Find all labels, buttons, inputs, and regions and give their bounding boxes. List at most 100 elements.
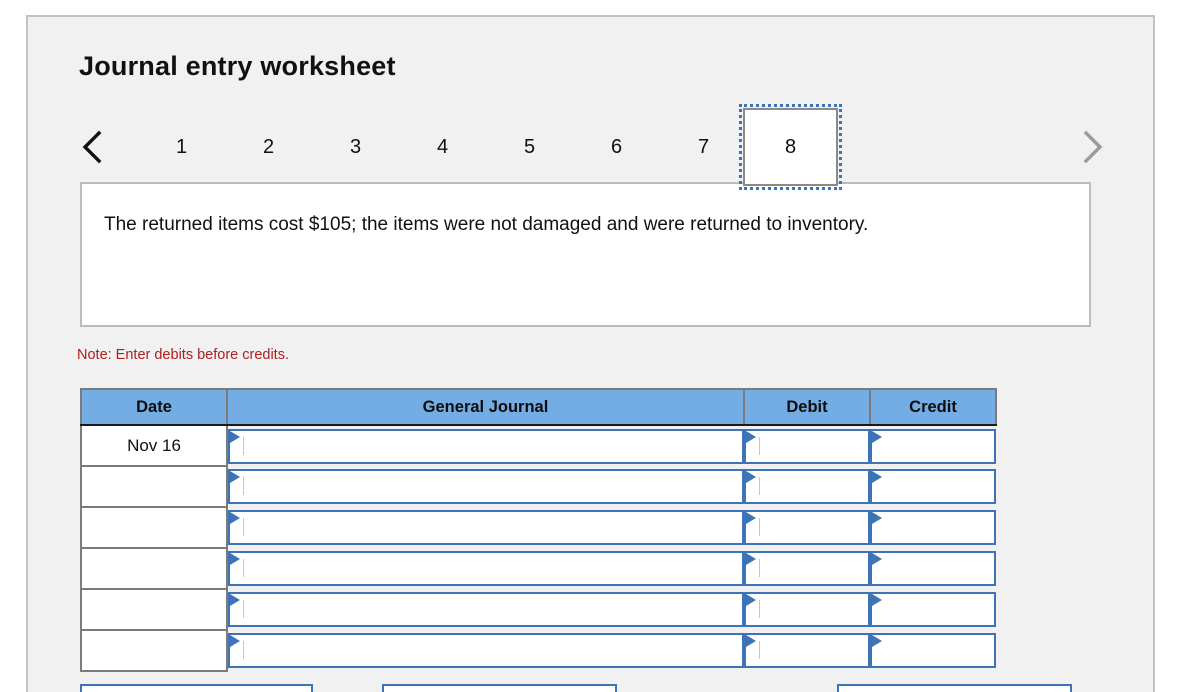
chevron-left-icon xyxy=(82,130,102,164)
table-row xyxy=(80,630,996,672)
table-row xyxy=(80,466,996,508)
general-journal-input-5[interactable] xyxy=(228,592,744,627)
text-caret xyxy=(759,518,760,536)
table-row: Nov 16 xyxy=(80,425,996,467)
dropdown-marker-icon xyxy=(230,635,241,648)
debit-input-2[interactable] xyxy=(744,469,870,504)
general-journal-input-1[interactable] xyxy=(228,428,744,464)
debit-input-1[interactable] xyxy=(744,428,870,464)
text-caret xyxy=(243,436,244,455)
column-header-date: Date xyxy=(80,388,228,426)
text-caret xyxy=(759,477,760,495)
dropdown-marker-icon xyxy=(872,471,883,484)
table-row xyxy=(80,589,996,631)
worksheet-panel: Journal entry worksheet 1 2 3 4 5 6 7 8 … xyxy=(26,15,1155,692)
column-header-credit: Credit xyxy=(869,388,997,426)
debit-cell-6[interactable] xyxy=(744,630,870,671)
pager-prev-button[interactable] xyxy=(72,108,112,186)
credit-input-1[interactable] xyxy=(870,428,996,464)
general-journal-cell-1[interactable] xyxy=(227,425,744,466)
date-cell-6[interactable] xyxy=(80,630,228,672)
column-header-debit: Debit xyxy=(743,388,871,426)
page-title: Journal entry worksheet xyxy=(79,51,396,81)
dropdown-marker-icon xyxy=(746,512,757,525)
general-journal-input-6[interactable] xyxy=(228,633,744,668)
pager-page-4[interactable]: 4 xyxy=(395,108,490,186)
debit-cell-4[interactable] xyxy=(744,548,870,589)
debit-cell-5[interactable] xyxy=(744,589,870,630)
table-row xyxy=(80,548,996,590)
pager-page-6[interactable]: 6 xyxy=(569,108,664,186)
dropdown-marker-icon xyxy=(230,553,241,566)
pager-page-2[interactable]: 2 xyxy=(221,108,316,186)
general-journal-cell-3[interactable] xyxy=(227,507,744,548)
dropdown-marker-icon xyxy=(230,471,241,484)
general-journal-cell-5[interactable] xyxy=(227,589,744,630)
credit-cell-2[interactable] xyxy=(870,466,996,507)
debit-cell-1[interactable] xyxy=(744,425,870,466)
text-caret xyxy=(243,641,244,659)
transaction-description-box: The returned items cost $105; the items … xyxy=(80,182,1091,327)
date-cell-4[interactable] xyxy=(80,548,228,590)
text-caret xyxy=(243,600,244,618)
credit-input-3[interactable] xyxy=(870,510,996,545)
credit-cell-1[interactable] xyxy=(870,425,996,466)
credit-input-6[interactable] xyxy=(870,633,996,668)
general-journal-cell-4[interactable] xyxy=(227,548,744,589)
dropdown-marker-icon xyxy=(872,635,883,648)
text-caret xyxy=(759,641,760,659)
credit-cell-6[interactable] xyxy=(870,630,996,671)
debit-cell-2[interactable] xyxy=(744,466,870,507)
dropdown-marker-icon xyxy=(746,594,757,607)
credit-input-2[interactable] xyxy=(870,469,996,504)
dropdown-marker-icon xyxy=(746,471,757,484)
debit-cell-3[interactable] xyxy=(744,507,870,548)
pager-page-3[interactable]: 3 xyxy=(308,108,403,186)
dropdown-marker-icon xyxy=(872,512,883,525)
date-cell-3[interactable] xyxy=(80,507,228,549)
debit-input-5[interactable] xyxy=(744,592,870,627)
general-journal-cell-6[interactable] xyxy=(227,630,744,671)
credit-cell-4[interactable] xyxy=(870,548,996,589)
column-header-general-journal: General Journal xyxy=(226,388,745,426)
text-caret xyxy=(243,559,244,577)
chevron-right-icon xyxy=(1083,130,1103,164)
dropdown-marker-icon xyxy=(746,635,757,648)
date-cell-2[interactable] xyxy=(80,466,228,508)
general-journal-cell-2[interactable] xyxy=(227,466,744,507)
pager-next-button[interactable] xyxy=(1072,108,1112,186)
debits-before-credits-note: Note: Enter debits before credits. xyxy=(77,347,289,363)
text-caret xyxy=(759,600,760,618)
clear-entry-button[interactable] xyxy=(382,684,617,692)
general-journal-input-4[interactable] xyxy=(228,551,744,586)
record-entry-button[interactable] xyxy=(80,684,313,692)
pager-page-1[interactable]: 1 xyxy=(134,108,229,186)
credit-cell-3[interactable] xyxy=(870,507,996,548)
view-journal-button[interactable] xyxy=(837,684,1072,692)
dropdown-marker-icon xyxy=(230,512,241,525)
debit-input-6[interactable] xyxy=(744,633,870,668)
table-header-row: Date General Journal Debit Credit xyxy=(80,388,997,426)
text-caret xyxy=(243,518,244,536)
worksheet-pager: 1 2 3 4 5 6 7 8 xyxy=(72,104,1112,190)
dropdown-marker-icon xyxy=(746,553,757,566)
credit-cell-5[interactable] xyxy=(870,589,996,630)
dropdown-marker-icon xyxy=(230,430,241,444)
general-journal-input-2[interactable] xyxy=(228,469,744,504)
text-caret xyxy=(759,559,760,577)
pager-page-5[interactable]: 5 xyxy=(482,108,577,186)
credit-input-5[interactable] xyxy=(870,592,996,627)
debit-input-3[interactable] xyxy=(744,510,870,545)
pager-page-8[interactable]: 8 xyxy=(739,104,842,190)
credit-input-4[interactable] xyxy=(870,551,996,586)
debit-input-4[interactable] xyxy=(744,551,870,586)
dropdown-marker-icon xyxy=(872,553,883,566)
text-caret xyxy=(243,477,244,495)
general-journal-input-3[interactable] xyxy=(228,510,744,545)
dropdown-marker-icon xyxy=(872,594,883,607)
dropdown-marker-icon xyxy=(230,594,241,607)
journal-entry-table: Date General Journal Debit Credit Nov 16 xyxy=(80,388,997,672)
date-cell-5[interactable] xyxy=(80,589,228,631)
pager-page-7[interactable]: 7 xyxy=(656,108,751,186)
date-cell-1[interactable]: Nov 16 xyxy=(80,425,228,467)
